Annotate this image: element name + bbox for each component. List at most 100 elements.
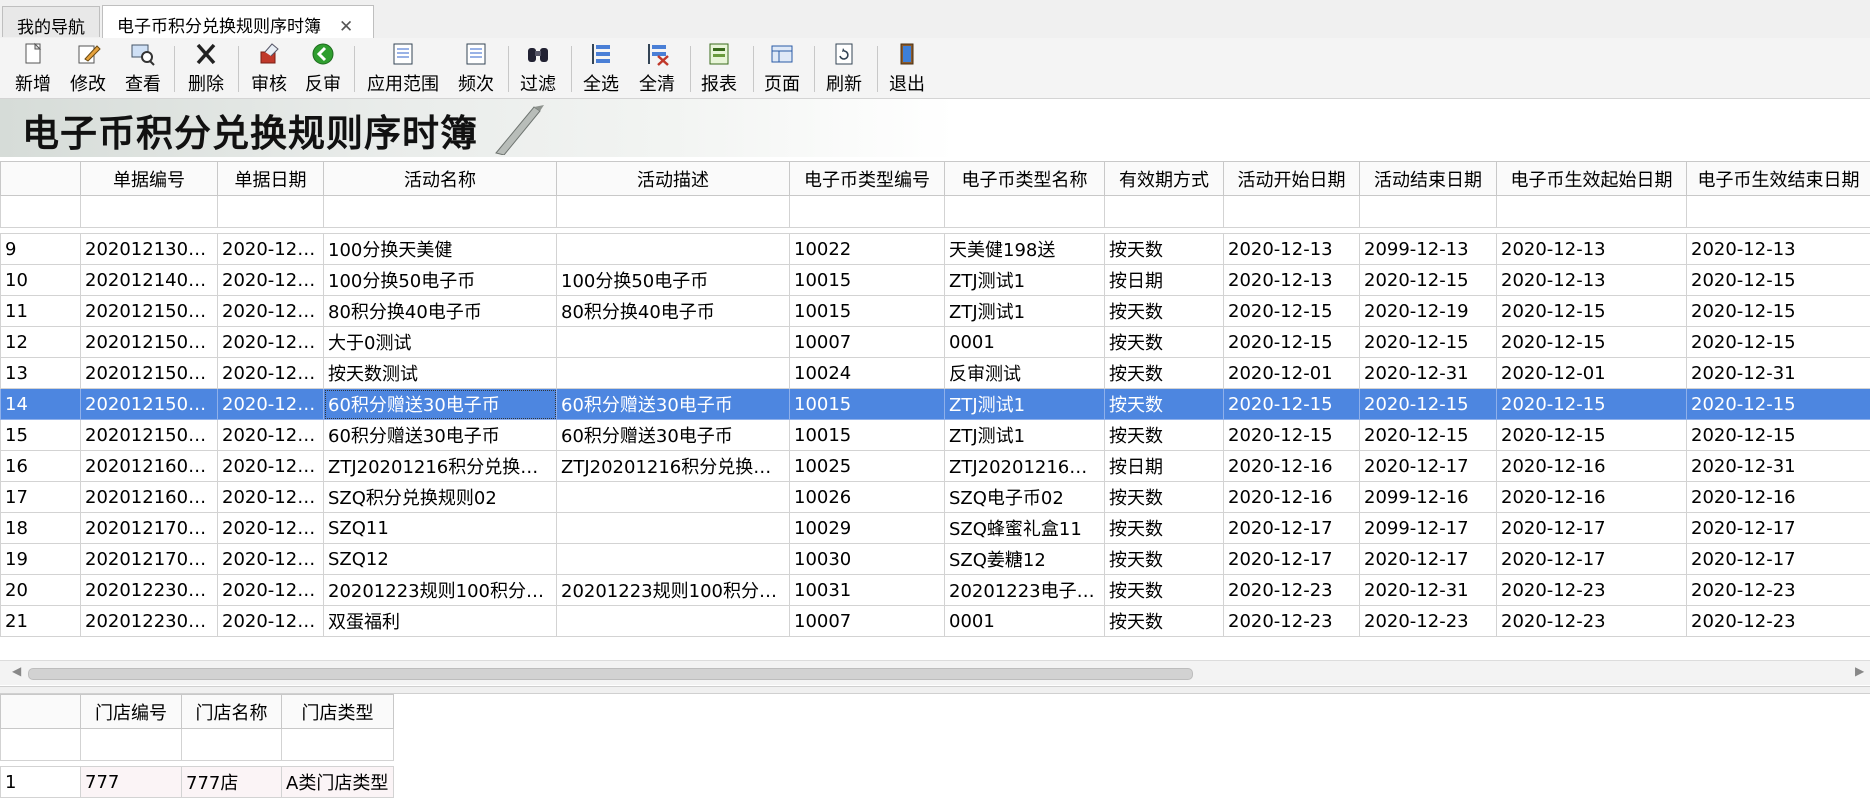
table-cell[interactable]: 2020-12-17	[1223, 512, 1360, 544]
filter-cell[interactable]	[1104, 195, 1224, 228]
table-cell[interactable]: SZQ电子币02	[944, 481, 1105, 513]
column-header[interactable]: 单据编号	[80, 161, 218, 196]
row-number[interactable]: 9	[0, 233, 81, 265]
table-row[interactable]: 16 202012160002 2020-12-16 ZTJ20201216积分兑换规…	[0, 450, 1870, 482]
table-cell[interactable]: 2020-12-19	[1359, 295, 1497, 327]
table-cell[interactable]: 2020-12-01	[1496, 357, 1687, 389]
table-cell[interactable]: ZTJ测试1	[944, 419, 1105, 451]
table-cell[interactable]: 按天数	[1104, 388, 1224, 420]
table-cell[interactable]: 202012150015	[80, 419, 218, 451]
row-number[interactable]: 19	[0, 543, 81, 575]
table-cell[interactable]: ZTJ20201216积分兑换规则	[323, 450, 557, 482]
table-cell[interactable]: 202012140002	[80, 264, 218, 296]
table-cell[interactable]: ZTJ测试1	[944, 388, 1105, 420]
column-header[interactable]: 门店类型	[281, 694, 394, 729]
table-cell[interactable]: A类门店类型	[281, 766, 394, 798]
table-cell[interactable]: 2020-12-23	[217, 574, 324, 606]
row-number[interactable]: 1	[0, 766, 81, 798]
table-cell[interactable]: 2020-12-15	[1223, 419, 1360, 451]
report-button[interactable]: 报表	[691, 42, 747, 96]
table-cell[interactable]: 60积分赠送30电子币	[556, 388, 790, 420]
table-cell[interactable]: 2020-12-15	[1686, 264, 1870, 296]
table-cell[interactable]: ZTJ20201216积分兑换规则	[556, 450, 790, 482]
table-cell[interactable]: 10029	[789, 512, 945, 544]
table-cell[interactable]	[556, 357, 790, 389]
table-row[interactable]: 11 202012150008 2020-12-15 80积分换40电子币 80积分换4…	[0, 295, 1870, 327]
table-cell[interactable]: 2099-12-13	[1359, 233, 1497, 265]
table-row[interactable]: 10 202012140002 2020-12-14 100分换50电子币 100分换5…	[0, 264, 1870, 296]
table-cell[interactable]: 2020-12-15	[217, 357, 324, 389]
table-cell[interactable]: 2020-12-16	[1686, 481, 1870, 513]
table-cell[interactable]: 60积分赠送30电子币	[323, 419, 557, 451]
table-cell[interactable]: 2020-12-15	[1496, 295, 1687, 327]
table-cell[interactable]	[556, 605, 790, 637]
table-cell[interactable]: 2020-12-17	[217, 512, 324, 544]
scrollbar-thumb[interactable]	[28, 668, 1193, 680]
table-cell[interactable]: 按日期	[1104, 264, 1224, 296]
column-header[interactable]: 门店名称	[181, 694, 282, 729]
table-cell[interactable]: 2020-12-15	[1359, 419, 1497, 451]
table-cell[interactable]: 60积分赠送30电子币	[323, 388, 557, 420]
table-cell[interactable]: 2020-12-23	[1496, 574, 1687, 606]
table-row[interactable]: 9 202012130002 2020-12-13 100分换天美健 10022 天美健1…	[0, 233, 1870, 265]
table-row[interactable]: 1 777 777店 A类门店类型	[0, 766, 394, 798]
table-row[interactable]: 19 202012170002 2020-12-17 SZQ12 10030 SZQ姜糖1…	[0, 543, 1870, 575]
view-button[interactable]: 查看	[115, 42, 171, 96]
filter-cell[interactable]	[1223, 195, 1360, 228]
row-number[interactable]: 13	[0, 357, 81, 389]
column-header[interactable]	[0, 161, 81, 196]
row-number[interactable]: 14	[0, 388, 81, 420]
clear-all-button[interactable]: 全清	[629, 42, 685, 96]
table-cell[interactable]: 2020-12-31	[1359, 574, 1497, 606]
table-cell[interactable]: 2020-12-16	[1496, 481, 1687, 513]
column-header[interactable]: 电子币生效起始日期	[1496, 161, 1687, 196]
table-cell[interactable]: 2020-12-13	[1223, 233, 1360, 265]
table-cell[interactable]: 2020-12-15	[1359, 388, 1497, 420]
table-cell[interactable]: 202012150010	[80, 326, 218, 358]
table-cell[interactable]: SZQ11	[323, 512, 557, 544]
close-icon[interactable]: ✕	[339, 17, 353, 37]
edit-button[interactable]: 修改	[60, 42, 116, 96]
scroll-right-icon[interactable]: ▶	[1855, 664, 1864, 678]
table-cell[interactable]: 2020-12-15	[1359, 326, 1497, 358]
table-cell[interactable]: 2020-12-15	[1223, 295, 1360, 327]
filter-cell[interactable]	[944, 195, 1105, 228]
table-cell[interactable]: 2020-12-16	[217, 450, 324, 482]
filter-button[interactable]: 过滤	[510, 42, 566, 96]
column-header[interactable]: 电子币类型编号	[789, 161, 945, 196]
scroll-left-icon[interactable]: ◀	[12, 664, 21, 678]
table-cell[interactable]: SZQ12	[323, 543, 557, 575]
table-row[interactable]: 15 202012150015 2020-12-15 60积分赠送30电子币 60积分赠…	[0, 419, 1870, 451]
table-cell[interactable]: 10026	[789, 481, 945, 513]
table-cell[interactable]: 2020-12-13	[1223, 264, 1360, 296]
table-cell[interactable]: 100分换50电子币	[323, 264, 557, 296]
table-cell[interactable]: 2020-12-17	[1223, 543, 1360, 575]
table-cell[interactable]: 按天数	[1104, 543, 1224, 575]
table-cell[interactable]: 2020-12-15	[1686, 419, 1870, 451]
refresh-button[interactable]: 刷新	[816, 42, 872, 96]
table-cell[interactable]: 2020-12-15	[1496, 388, 1687, 420]
table-cell[interactable]: 2020-12-17	[1496, 543, 1687, 575]
table-cell[interactable]: SZQ积分兑换规则02	[323, 481, 557, 513]
table-cell[interactable]: 202012150014	[80, 388, 218, 420]
table-cell[interactable]: 2020-12-13	[1686, 233, 1870, 265]
column-header[interactable]: 电子币类型名称	[944, 161, 1105, 196]
table-cell[interactable]: 2020-12-15	[1686, 326, 1870, 358]
table-cell[interactable]: 80积分换40电子币	[556, 295, 790, 327]
horizontal-scrollbar[interactable]: ◀ ▶	[0, 660, 1870, 685]
row-number[interactable]: 16	[0, 450, 81, 482]
table-row[interactable]: 13 202012150012 2020-12-15 按天数测试 10024 反审测试 按天…	[0, 357, 1870, 389]
exit-button[interactable]: 退出	[879, 42, 935, 96]
table-cell[interactable]: 10030	[789, 543, 945, 575]
table-cell[interactable]: 2020-12-31	[1686, 450, 1870, 482]
table-cell[interactable]: 202012170002	[80, 543, 218, 575]
table-cell[interactable]: 2020-12-23	[1223, 574, 1360, 606]
table-cell[interactable]: 60积分赠送30电子币	[556, 419, 790, 451]
table-cell[interactable]: 按天数	[1104, 295, 1224, 327]
table-cell[interactable]: ZTJ测试1	[944, 264, 1105, 296]
row-number[interactable]: 12	[0, 326, 81, 358]
table-cell[interactable]: 2099-12-17	[1359, 512, 1497, 544]
table-cell[interactable]: 10007	[789, 605, 945, 637]
table-cell[interactable]: 2020-12-23	[1686, 605, 1870, 637]
table-cell[interactable]: 2020-12-15	[1686, 388, 1870, 420]
